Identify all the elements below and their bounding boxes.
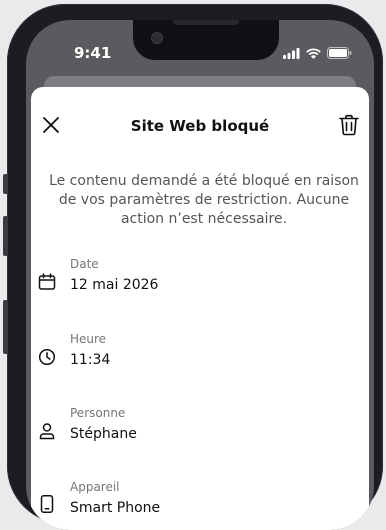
action-button (3, 174, 8, 194)
battery-icon (327, 47, 352, 59)
device-label: Appareil (70, 480, 120, 494)
sheet-header: Site Web bloqué (31, 87, 369, 143)
time-value: 11:34 (70, 352, 111, 368)
status-icons (283, 47, 352, 59)
person-icon (39, 423, 55, 440)
trash-icon[interactable] (337, 113, 361, 137)
clock-icon (38, 348, 56, 366)
person-label: Personne (70, 406, 126, 420)
volume-up-button (3, 216, 8, 256)
status-time: 9:41 (74, 44, 112, 62)
status-bar: 9:41 (26, 20, 374, 76)
detail-row-time: Heure 11:34 (31, 332, 369, 392)
detail-row-person: Personne Stéphane (31, 406, 369, 466)
detail-row-date: Date 12 mai 2026 (31, 257, 369, 317)
volume-down-button (3, 300, 8, 354)
calendar-icon (38, 273, 56, 290)
date-value: 12 mai 2026 (70, 277, 159, 293)
device-value: Smart Phone (70, 500, 161, 516)
speaker-grille (173, 20, 239, 25)
date-label: Date (70, 257, 99, 271)
phone-icon (40, 495, 54, 513)
blocked-message: Le contenu demandé a été bloqué en raiso… (49, 173, 359, 227)
wifi-icon (306, 48, 321, 59)
dynamic-island (133, 20, 279, 60)
phone-screen: 9:41 Site Web bloqué Le contenu demandé … (26, 20, 374, 530)
sheet-title: Site Web bloqué (130, 117, 270, 135)
detail-row-device: Appareil Smart Phone (31, 480, 369, 530)
person-value: Stéphane (70, 426, 137, 442)
time-label: Heure (70, 332, 107, 346)
camera-icon (151, 32, 163, 44)
blocked-site-sheet: Site Web bloqué Le contenu demandé a été… (31, 87, 369, 530)
phone-frame: 9:41 Site Web bloqué Le contenu demandé … (3, 4, 383, 530)
signal-icon (283, 47, 300, 59)
